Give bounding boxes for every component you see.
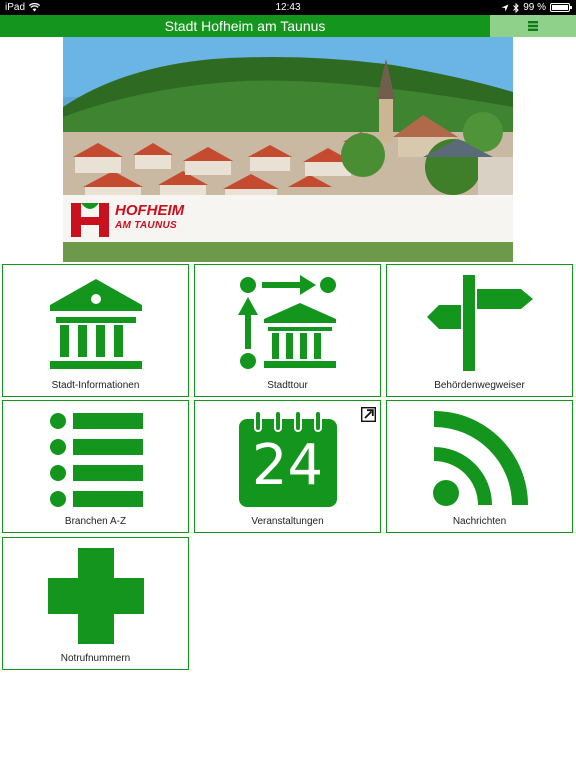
tile-veranstaltungen[interactable]: 24 Veranstaltungen [194, 400, 381, 533]
nav-bar: Stadt Hofheim am Taunus [0, 15, 576, 37]
battery-icon [550, 3, 572, 12]
signpost-icon [387, 271, 572, 375]
city-logo-text: HOFHEIM AM TAUNUS [115, 203, 184, 233]
logo-main-text: HOFHEIM [115, 202, 185, 219]
location-icon [501, 4, 509, 11]
tile-nachrichten[interactable]: Nachrichten [386, 400, 573, 533]
tile-label: Veranstaltungen [251, 516, 324, 527]
page-title: Stadt Hofheim am Taunus [164, 18, 326, 34]
status-bar: iPad 12:43 99 % [0, 0, 576, 15]
logo-sub-text: AM TAUNUS [115, 220, 177, 231]
tile-label: Stadttour [267, 380, 308, 391]
tile-label: Nachrichten [452, 516, 507, 527]
calendar-day: 24 [251, 433, 324, 498]
status-time: 12:43 [275, 2, 301, 13]
city-banner-image: HOFHEIM AM TAUNUS [63, 37, 513, 262]
tile-label: Branchen A-Z [64, 516, 127, 527]
building-icon [3, 271, 188, 375]
tile-branchen-a-z[interactable]: Branchen A-Z [2, 400, 189, 533]
menu-button[interactable] [490, 15, 576, 37]
rss-icon [387, 407, 572, 511]
tile-behoerdenwegweiser[interactable]: Behördenwegweiser [386, 264, 573, 397]
battery-percent: 99 % [523, 2, 546, 13]
medical-cross-icon [3, 544, 188, 648]
hamburger-icon [528, 21, 538, 31]
bluetooth-icon [513, 2, 519, 13]
city-logo-icon [71, 203, 109, 237]
list-icon [3, 407, 188, 511]
calendar-icon: 24 [195, 407, 380, 511]
tile-label: Notrufnummern [60, 653, 131, 664]
tile-label: Stadt-Informationen [51, 380, 140, 391]
tile-label: Behördenwegweiser [434, 380, 525, 391]
tile-stadt-informationen[interactable]: Stadt-Informationen [2, 264, 189, 397]
tour-route-icon [195, 271, 380, 375]
tile-stadttour[interactable]: Stadttour [194, 264, 381, 397]
battery-fill [552, 5, 568, 10]
tile-notrufnummern[interactable]: Notrufnummern [2, 537, 189, 670]
